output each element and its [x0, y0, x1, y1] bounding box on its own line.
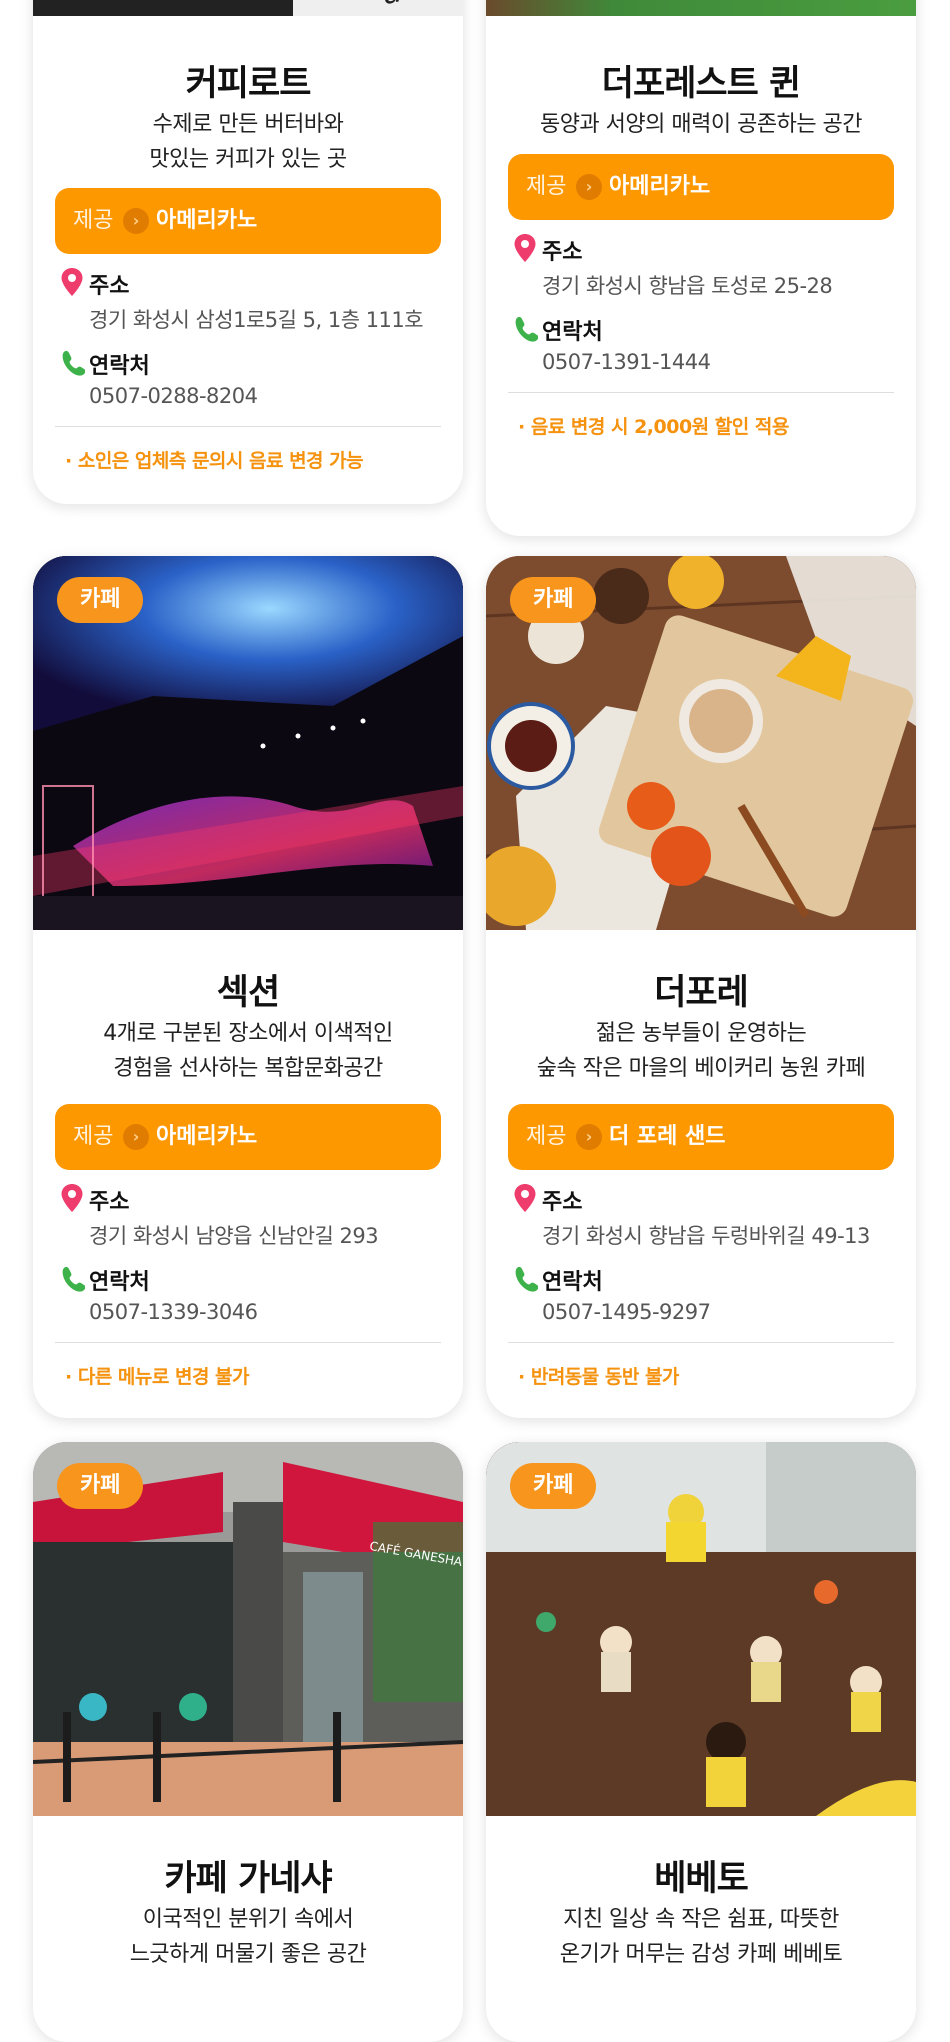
cafe-photo: 카페	[486, 556, 916, 930]
cafe-name: 더포레	[654, 973, 749, 1013]
offer-prefix: 제공	[526, 174, 567, 199]
cafe-name: 카페 가네샤	[164, 1859, 332, 1899]
cafe-photo	[486, 0, 916, 16]
map-pin-icon	[61, 1184, 83, 1212]
cafe-card[interactable]: 카페 베베토 지친 일상 속 작은 쉼표, 따뜻한 온기가 머무는 감성 카페 …	[486, 1442, 916, 2042]
notice-text: · 소인은 업체측 문의시 음료 변경 가능	[65, 450, 364, 472]
offer-prefix: 제공	[73, 208, 114, 233]
cafe-desc-line: 이국적인 분위기 속에서	[142, 1907, 354, 1932]
divider	[508, 392, 894, 393]
cafe-desc-line: 온기가 머무는 감성 카페 베베토	[559, 1942, 843, 1967]
cafe-photo: CAFÉ GANESHA 카페	[33, 1442, 463, 1816]
cafe-card[interactable]: 더포레스트 퀸 동양과 서양의 매력이 공존하는 공간 제공 › 아메리카노 주…	[486, 0, 916, 536]
notice-text: · 음료 변경 시 2,000원 할인 적용	[518, 416, 789, 438]
cafe-desc-line: 수제로 만든 버터바와	[152, 112, 344, 137]
phone-value[interactable]: 0507-1495-9297	[542, 1300, 711, 1324]
offer-item: 아메리카노	[156, 208, 258, 233]
chevron-right-icon: ›	[576, 1124, 602, 1150]
address-label: 주소	[89, 274, 130, 299]
cafe-desc-line: 4개로 구분된 장소에서 이색적인	[103, 1021, 393, 1046]
contact-label: 연락처	[542, 320, 603, 345]
category-badge: 카페	[57, 577, 144, 623]
address-value: 경기 화성시 향남읍 두렁바위길 49-13	[542, 1224, 870, 1248]
phone-value[interactable]: 0507-1391-1444	[542, 350, 711, 374]
offer-banner[interactable]: 제공 › 아메리카노	[55, 188, 441, 254]
address-value: 경기 화성시 향남읍 토성로 25-28	[542, 274, 833, 298]
phone-value[interactable]: 0507-0288-8204	[89, 384, 258, 408]
cafe-desc-line: 느긋하게 머물기 좋은 공간	[129, 1942, 367, 1967]
cafe-desc-line: 동양과 서양의 매력이 공존하는 공간	[539, 112, 863, 137]
cafe-desc-line: 젊은 농부들이 운영하는	[595, 1021, 807, 1046]
cafe-card[interactable]: CAFÉ GANESHA 카페 카페 가네샤 이국적인 분위기 속에서 느긋하게…	[33, 1442, 463, 2042]
cafe-desc-line: 맛있는 커피가 있는 곳	[149, 147, 347, 172]
chevron-right-icon: ›	[123, 1124, 149, 1150]
phone-value[interactable]: 0507-1339-3046	[89, 1300, 258, 1324]
cafe-photo: atter	[33, 0, 463, 16]
divider	[55, 426, 441, 427]
cafe-name: 베베토	[654, 1859, 749, 1899]
address-value: 경기 화성시 남양읍 신남안길 293	[89, 1224, 379, 1248]
notice-text: · 다른 메뉴로 변경 불가	[65, 1366, 250, 1388]
phone-icon	[515, 316, 538, 342]
divider	[55, 1342, 441, 1343]
map-pin-icon	[514, 1184, 536, 1212]
contact-label: 연락처	[542, 1270, 603, 1295]
offer-banner[interactable]: 제공 › 아메리카노	[55, 1104, 441, 1170]
chevron-right-icon: ›	[576, 174, 602, 200]
cafe-name: 섹션	[216, 973, 280, 1013]
map-pin-icon	[61, 268, 83, 296]
category-badge: 카페	[57, 1463, 144, 1509]
address-label: 주소	[542, 1190, 583, 1215]
offer-banner[interactable]: 제공 › 아메리카노	[508, 154, 894, 220]
cafe-desc-line: 숲속 작은 마을의 베이커리 농원 카페	[536, 1056, 866, 1081]
category-badge: 카페	[510, 1463, 597, 1509]
offer-item: 더 포레 샌드	[609, 1124, 726, 1149]
offer-prefix: 제공	[526, 1124, 567, 1149]
cafe-card[interactable]: atter 커피로트 수제로 만든 버터바와 맛있는 커피가 있는 곳 제공 ›…	[33, 0, 463, 504]
cafe-name: 더포레스트 퀸	[601, 64, 801, 104]
cafe-photo: 카페	[486, 1442, 916, 1816]
contact-label: 연락처	[89, 1270, 150, 1295]
offer-banner[interactable]: 제공 › 더 포레 샌드	[508, 1104, 894, 1170]
cafe-name: 커피로트	[185, 64, 312, 104]
contact-label: 연락처	[89, 354, 150, 379]
chevron-right-icon: ›	[123, 208, 149, 234]
address-label: 주소	[542, 240, 583, 265]
address-label: 주소	[89, 1190, 130, 1215]
divider	[508, 1342, 894, 1343]
notice-text: · 반려동물 동반 불가	[518, 1366, 679, 1388]
cafe-desc-line: 경험을 선사하는 복합문화공간	[113, 1056, 383, 1081]
map-pin-icon	[514, 234, 536, 262]
phone-icon	[515, 1266, 538, 1292]
category-badge: 카페	[510, 577, 597, 623]
offer-prefix: 제공	[73, 1124, 114, 1149]
cafe-card[interactable]: 카페 섹션 4개로 구분된 장소에서 이색적인 경험을 선사하는 복합문화공간 …	[33, 556, 463, 1418]
cafe-photo: 카페	[33, 556, 463, 930]
offer-item: 아메리카노	[156, 1124, 258, 1149]
phone-icon	[62, 1266, 85, 1292]
cafe-desc-line: 지친 일상 속 작은 쉼표, 따뜻한	[563, 1907, 839, 1932]
offer-item: 아메리카노	[609, 174, 711, 199]
address-value: 경기 화성시 삼성1로5길 5, 1층 111호	[89, 308, 424, 332]
phone-icon	[62, 350, 85, 376]
cafe-card[interactable]: 카페 더포레 젊은 농부들이 운영하는 숲속 작은 마을의 베이커리 농원 카페…	[486, 556, 916, 1418]
